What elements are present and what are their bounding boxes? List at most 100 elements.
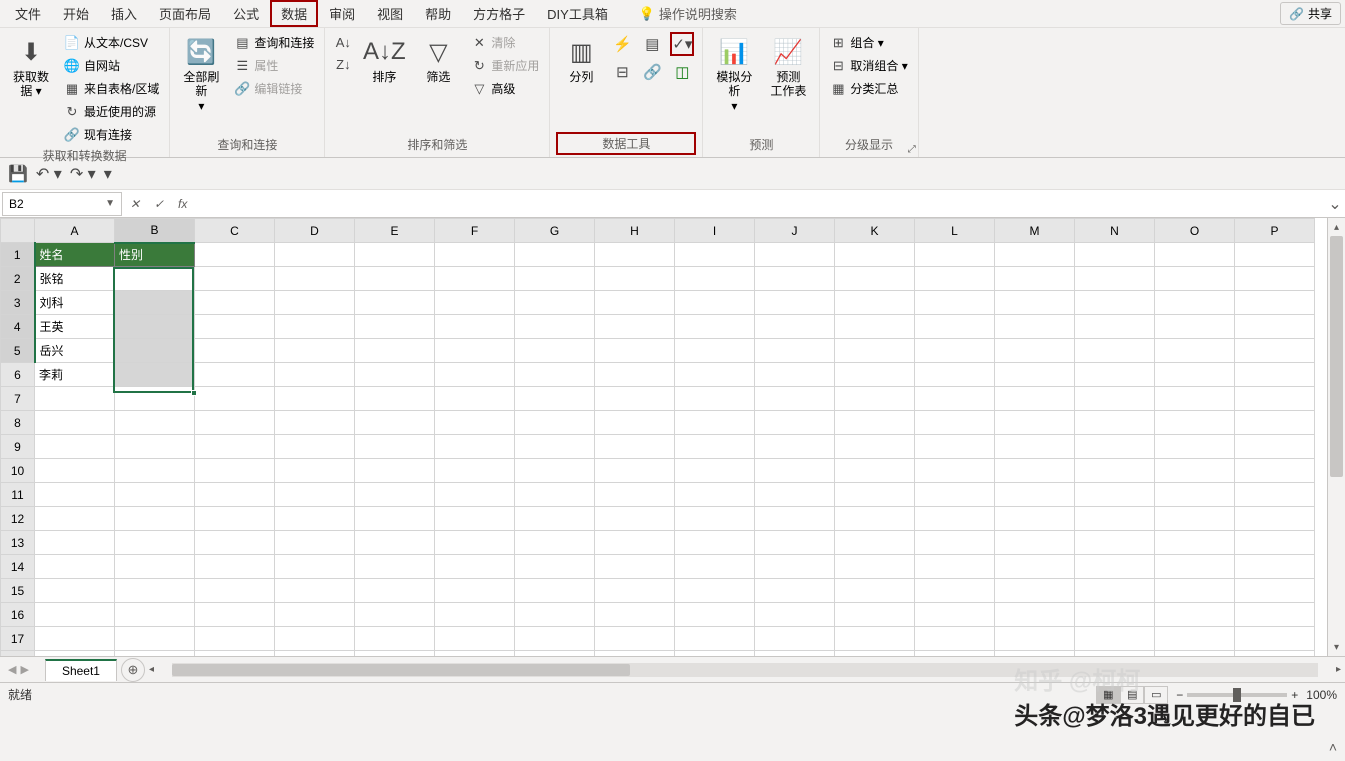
cell-C2[interactable] <box>195 267 275 291</box>
cell-B17[interactable] <box>115 627 195 651</box>
cell-D18[interactable] <box>275 651 355 657</box>
cell-E13[interactable] <box>355 531 435 555</box>
cell-H10[interactable] <box>595 459 675 483</box>
menu-文件[interactable]: 文件 <box>4 0 52 27</box>
ribbon-btn-高级[interactable]: ▽高级 <box>467 78 543 99</box>
cell-B2[interactable] <box>115 267 195 291</box>
cell-G9[interactable] <box>515 435 595 459</box>
col-header-I[interactable]: I <box>675 219 755 243</box>
cell-K1[interactable] <box>835 243 915 267</box>
cell-H9[interactable] <box>595 435 675 459</box>
cell-C18[interactable] <box>195 651 275 657</box>
cell-O10[interactable] <box>1155 459 1235 483</box>
col-header-E[interactable]: E <box>355 219 435 243</box>
cell-I1[interactable] <box>675 243 755 267</box>
cell-J9[interactable] <box>755 435 835 459</box>
cell-D16[interactable] <box>275 603 355 627</box>
cell-H18[interactable] <box>595 651 675 657</box>
cell-N2[interactable] <box>1075 267 1155 291</box>
row-header-8[interactable]: 8 <box>1 411 35 435</box>
cell-O18[interactable] <box>1155 651 1235 657</box>
cell-J17[interactable] <box>755 627 835 651</box>
cell-K2[interactable] <box>835 267 915 291</box>
ribbon-btn-排序[interactable]: A↓Z排序 <box>359 32 409 88</box>
cell-O9[interactable] <box>1155 435 1235 459</box>
col-header-G[interactable]: G <box>515 219 595 243</box>
cell-P6[interactable] <box>1235 363 1315 387</box>
cell-G16[interactable] <box>515 603 595 627</box>
cell-M8[interactable] <box>995 411 1075 435</box>
view-page-layout-button[interactable]: ▤ <box>1120 686 1144 704</box>
cell-I3[interactable] <box>675 291 755 315</box>
cell-D8[interactable] <box>275 411 355 435</box>
cell-G18[interactable] <box>515 651 595 657</box>
cell-J18[interactable] <box>755 651 835 657</box>
cell-A12[interactable] <box>35 507 115 531</box>
cell-O5[interactable] <box>1155 339 1235 363</box>
cell-P13[interactable] <box>1235 531 1315 555</box>
cell-D12[interactable] <box>275 507 355 531</box>
cell-G11[interactable] <box>515 483 595 507</box>
cell-N11[interactable] <box>1075 483 1155 507</box>
row-header-10[interactable]: 10 <box>1 459 35 483</box>
cancel-formula-button[interactable]: ✕ <box>130 197 150 211</box>
ribbon-btn-从文本/CSV[interactable]: 📄从文本/CSV <box>60 32 163 53</box>
col-header-L[interactable]: L <box>915 219 995 243</box>
ribbon-btn[interactable]: A↓ <box>331 32 355 52</box>
row-header-13[interactable]: 13 <box>1 531 35 555</box>
menu-帮助[interactable]: 帮助 <box>414 0 462 27</box>
cell-E15[interactable] <box>355 579 435 603</box>
vertical-scrollbar[interactable]: ▴ ▾ <box>1327 218 1345 656</box>
cell-P1[interactable] <box>1235 243 1315 267</box>
cell-M12[interactable] <box>995 507 1075 531</box>
cell-F2[interactable] <box>435 267 515 291</box>
cell-L17[interactable] <box>915 627 995 651</box>
cell-C1[interactable] <box>195 243 275 267</box>
cell-K12[interactable] <box>835 507 915 531</box>
cell-E14[interactable] <box>355 555 435 579</box>
cell-C10[interactable] <box>195 459 275 483</box>
cell-A6[interactable]: 李莉 <box>35 363 115 387</box>
cell-O4[interactable] <box>1155 315 1235 339</box>
cell-E4[interactable] <box>355 315 435 339</box>
cell-F8[interactable] <box>435 411 515 435</box>
cell-O6[interactable] <box>1155 363 1235 387</box>
cell-D6[interactable] <box>275 363 355 387</box>
cell-F16[interactable] <box>435 603 515 627</box>
cell-J8[interactable] <box>755 411 835 435</box>
cell-M10[interactable] <box>995 459 1075 483</box>
col-header-A[interactable]: A <box>35 219 115 243</box>
cell-F13[interactable] <box>435 531 515 555</box>
cell-O13[interactable] <box>1155 531 1235 555</box>
ribbon-btn-分类汇总[interactable]: ▦分类汇总 <box>826 78 911 99</box>
cell-I11[interactable] <box>675 483 755 507</box>
cell-C13[interactable] <box>195 531 275 555</box>
cell-O17[interactable] <box>1155 627 1235 651</box>
cell-K5[interactable] <box>835 339 915 363</box>
cell-G5[interactable] <box>515 339 595 363</box>
row-header-15[interactable]: 15 <box>1 579 35 603</box>
col-header-K[interactable]: K <box>835 219 915 243</box>
cell-C8[interactable] <box>195 411 275 435</box>
cell-J12[interactable] <box>755 507 835 531</box>
row-header-1[interactable]: 1 <box>1 243 35 267</box>
cell-H2[interactable] <box>595 267 675 291</box>
cell-J11[interactable] <box>755 483 835 507</box>
cell-A13[interactable] <box>35 531 115 555</box>
cell-L8[interactable] <box>915 411 995 435</box>
view-page-break-button[interactable]: ▭ <box>1144 686 1168 704</box>
cell-E7[interactable] <box>355 387 435 411</box>
cell-A9[interactable] <box>35 435 115 459</box>
cell-I16[interactable] <box>675 603 755 627</box>
cell-N10[interactable] <box>1075 459 1155 483</box>
cell-K4[interactable] <box>835 315 915 339</box>
cell-N12[interactable] <box>1075 507 1155 531</box>
cell-E8[interactable] <box>355 411 435 435</box>
scroll-thumb[interactable] <box>1330 236 1343 477</box>
cell-O3[interactable] <box>1155 291 1235 315</box>
cell-D10[interactable] <box>275 459 355 483</box>
cell-H7[interactable] <box>595 387 675 411</box>
cell-M3[interactable] <box>995 291 1075 315</box>
cell-M4[interactable] <box>995 315 1075 339</box>
menu-公式[interactable]: 公式 <box>222 0 270 27</box>
